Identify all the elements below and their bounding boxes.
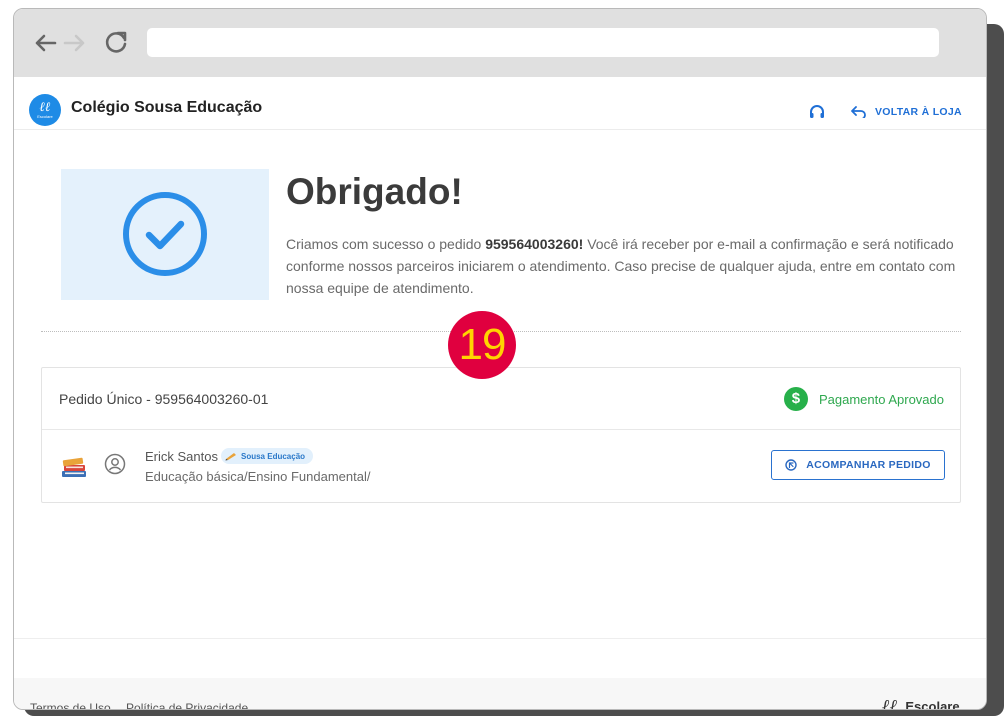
reload-icon[interactable] [102, 29, 130, 57]
dollar-icon: $ [783, 387, 808, 411]
course-name: Educação básica/Ensino Fundamental/ [145, 469, 371, 484]
back-arrow-icon[interactable] [31, 29, 59, 57]
logo-mark: ℓℓ [39, 100, 51, 115]
thank-you-title: Obrigado! [286, 171, 463, 212]
order-number: 959564003260! [485, 236, 584, 252]
confirmation-message: Criamos com sucesso o pedido 95956400326… [286, 233, 961, 299]
payment-status-label: Pagamento Aprovado [818, 391, 944, 407]
footer-logo-mark: ℓℓ [882, 696, 898, 710]
site-header: ℓℓ Escolare Colégio Sousa Educação VOLTA… [14, 77, 986, 130]
forward-arrow-icon[interactable] [61, 29, 89, 57]
order-title: Pedido Único - 959564003260-01 [59, 391, 269, 407]
school-name: Colégio Sousa Educação [71, 99, 263, 116]
step-number-badge: 19 [448, 311, 516, 379]
order-card-header: Pedido Único - 959564003260-01 $ Pagamen… [42, 368, 960, 430]
return-arrow-icon [851, 106, 866, 118]
check-circle-icon [123, 192, 207, 276]
back-to-store-label: VOLTAR À LOJA [875, 106, 962, 118]
track-order-label: ACOMPANHAR PEDIDO [806, 459, 931, 471]
message-intro: Criamos com sucesso o pedido [286, 236, 486, 252]
student-name: Erick Santos [145, 449, 218, 464]
success-illustration [61, 169, 269, 300]
payment-status: $ Pagamento Aprovado [783, 387, 944, 411]
school-tag-label: Sousa Educação [241, 451, 306, 461]
track-order-button[interactable]: ACOMPANHAR PEDIDO [771, 450, 945, 480]
logo-text: Escolare [37, 114, 53, 119]
crayon-icon [225, 453, 236, 461]
browser-window: ℓℓ Escolare Colégio Sousa Educação VOLTA… [13, 8, 987, 710]
headset-icon[interactable] [808, 103, 826, 121]
footer-divider [14, 638, 986, 639]
track-icon [785, 459, 797, 471]
order-card: Pedido Único - 959564003260-01 $ Pagamen… [41, 367, 961, 503]
user-circle-icon [104, 453, 126, 475]
browser-toolbar [14, 9, 986, 77]
footer-brand[interactable]: ℓℓ Escolare [882, 696, 960, 710]
back-to-store-link[interactable]: VOLTAR À LOJA [850, 103, 962, 121]
terms-link[interactable]: Termos de Uso [30, 701, 111, 709]
escolare-logo[interactable]: ℓℓ Escolare [29, 94, 61, 126]
address-bar[interactable] [147, 28, 939, 57]
footer-brand-name: Escolare [905, 699, 960, 710]
school-tag: Sousa Educação [221, 448, 314, 464]
privacy-link[interactable]: Política de Privacidade [126, 701, 248, 709]
footer-links: Termos de Uso Política de Privacidade [30, 701, 260, 709]
site-footer: Termos de Uso Política de Privacidade ℓℓ… [14, 678, 986, 710]
books-icon [62, 457, 86, 477]
